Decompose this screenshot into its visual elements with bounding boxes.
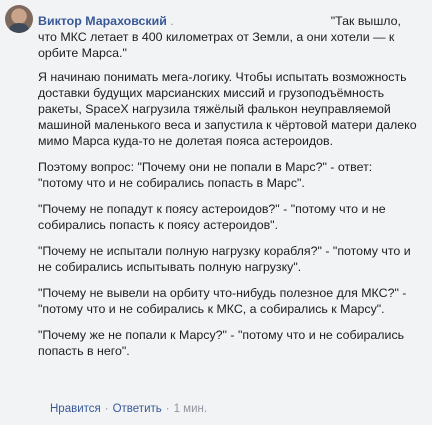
- author-separator: .: [170, 14, 174, 28]
- comment-paragraph: "Почему не попадут к поясу астероидов?" …: [38, 202, 386, 232]
- comment-paragraph: "Почему же не попали к Марсу?" - "потому…: [38, 328, 405, 358]
- comment-paragraph: Поэтому вопрос: "Почему они не попали в …: [38, 160, 373, 190]
- comment-header: Виктор Мараховский . "Так вышло, что МКС…: [38, 13, 420, 61]
- reply-button[interactable]: Ответить: [113, 403, 162, 415]
- comment-actions: Нравится · Ответить · 1 мин.: [50, 403, 207, 415]
- action-separator: ·: [165, 403, 170, 415]
- comment-paragraph: Я начинаю понимать мега-логику. Чтобы ис…: [38, 70, 417, 148]
- comment-timestamp[interactable]: 1 мин.: [174, 403, 207, 415]
- comment-author[interactable]: Виктор Мараховский: [38, 14, 167, 28]
- like-button[interactable]: Нравится: [50, 403, 101, 415]
- action-separator: ·: [104, 403, 109, 415]
- avatar[interactable]: [5, 5, 33, 33]
- comment-bubble: Виктор Мараховский . "Так вышло, что МКС…: [38, 5, 426, 397]
- comment-paragraph: "Почему не вывели на орбиту что-нибудь п…: [38, 286, 407, 316]
- comment-paragraph: "Почему не испытали полную нагрузку кора…: [38, 244, 411, 274]
